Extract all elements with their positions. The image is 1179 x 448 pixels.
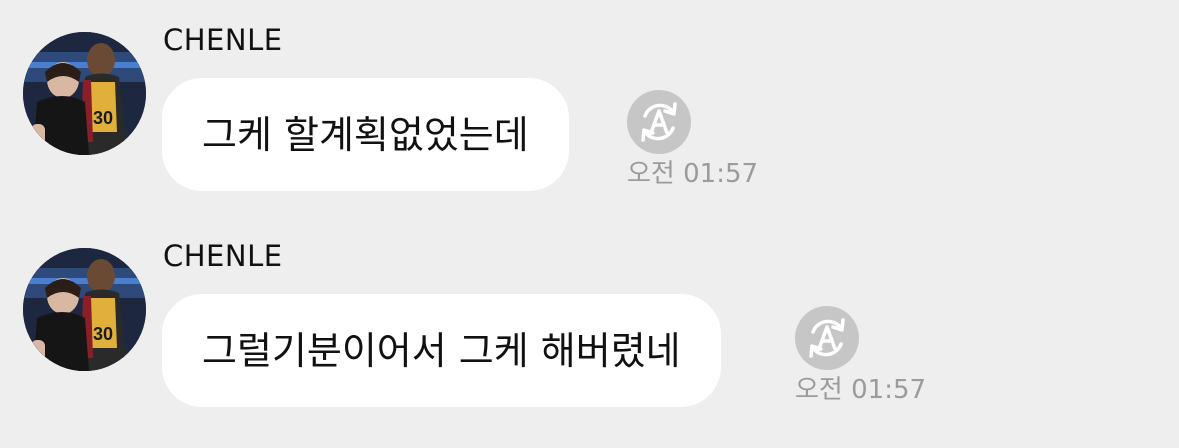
svg-text:30: 30 (93, 108, 113, 128)
message-bubble[interactable]: 그케 할계획없었는데 (162, 78, 569, 191)
message-text: 그럴기분이어서 그케 해버렸네 (202, 328, 681, 373)
sender-name: CHENLE (163, 239, 283, 273)
message-row: 30 CHENLE 그케 할계획없었는데 오전 01:57 (0, 23, 1179, 232)
timestamp: 오전 01:57 (795, 375, 927, 405)
auto-translate-icon[interactable] (627, 90, 691, 154)
message-text: 그케 할계획없었는데 (202, 112, 529, 157)
svg-text:30: 30 (93, 324, 113, 344)
avatar[interactable]: 30 (23, 248, 146, 371)
message-row: 30 CHENLE 그럴기분이어서 그케 해버렸네 오전 01:57 (0, 239, 1179, 448)
timestamp: 오전 01:57 (627, 159, 759, 189)
message-bubble[interactable]: 그럴기분이어서 그케 해버렸네 (162, 294, 721, 407)
sender-name: CHENLE (163, 23, 283, 57)
avatar[interactable]: 30 (23, 32, 146, 155)
auto-translate-icon[interactable] (795, 306, 859, 370)
